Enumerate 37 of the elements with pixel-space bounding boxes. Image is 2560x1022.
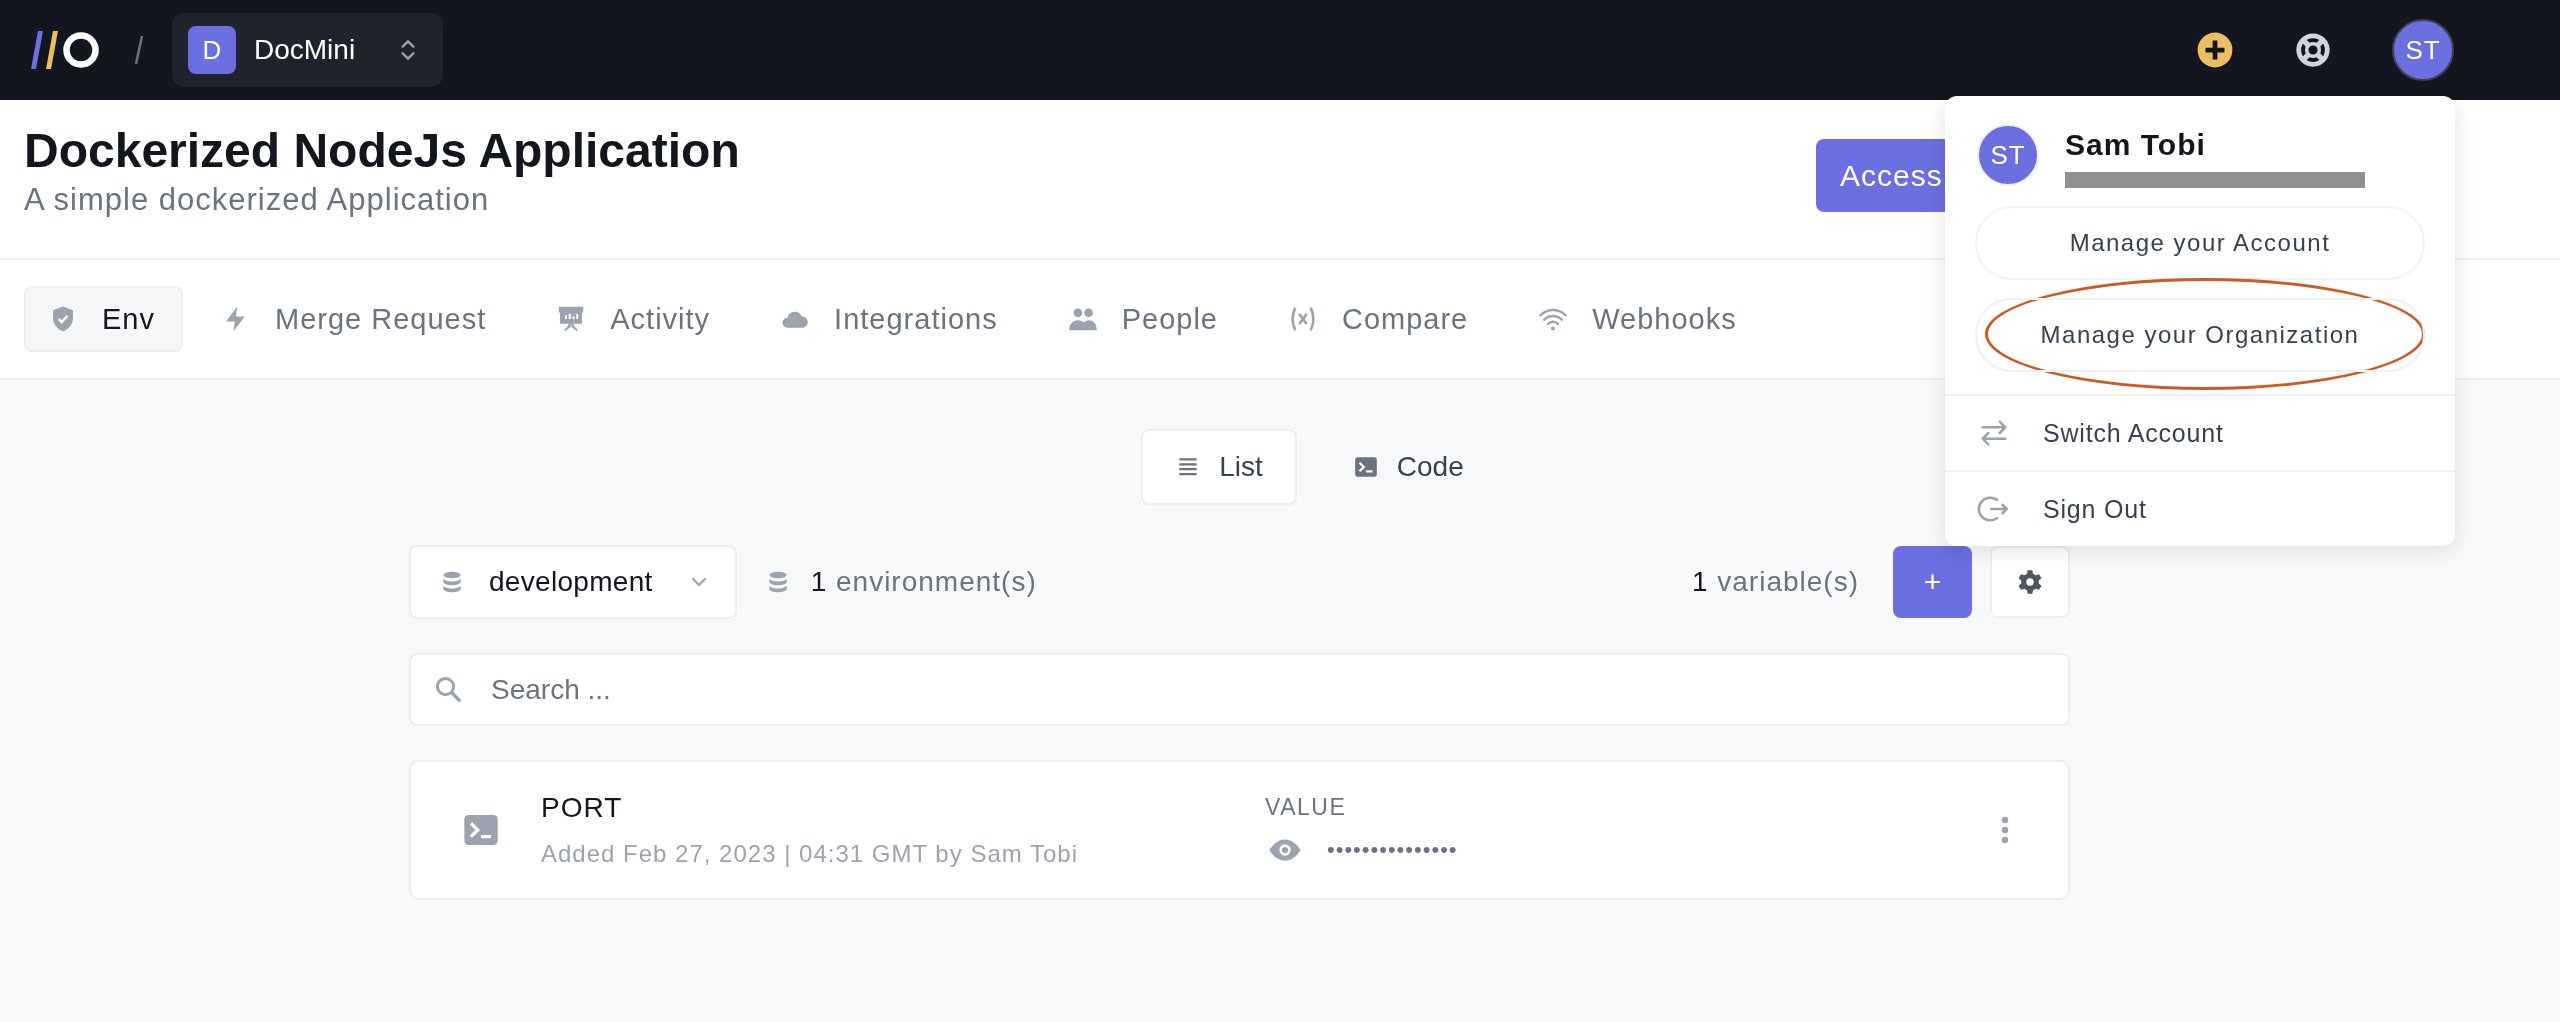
tab[interactable]: People bbox=[1035, 286, 1250, 352]
view-tab[interactable]: List bbox=[1141, 429, 1297, 505]
tab[interactable]: Merge Request bbox=[189, 286, 519, 352]
tab[interactable]: Env bbox=[24, 286, 183, 352]
user-avatar: ST bbox=[1977, 124, 2039, 186]
terminal-icon bbox=[1352, 454, 1379, 480]
menu-item[interactable]: Sign Out bbox=[1945, 470, 2455, 546]
project-switcher[interactable]: D DocMini bbox=[172, 13, 444, 87]
variable-name: PORT bbox=[541, 792, 624, 824]
project-avatar: D bbox=[188, 26, 236, 74]
menu-button[interactable]: Manage your Organization bbox=[1975, 298, 2425, 372]
page-title: Dockerized NodeJs Application bbox=[24, 123, 741, 179]
masked-value: ••••••••••••••• bbox=[1327, 836, 1458, 863]
page-subtitle: A simple dockerized Application bbox=[24, 182, 491, 218]
search-icon bbox=[433, 674, 463, 704]
tab[interactable]: Webhooks bbox=[1506, 286, 1769, 352]
add-icon[interactable] bbox=[2196, 31, 2234, 69]
menu-item[interactable]: Switch Account bbox=[1945, 394, 2455, 470]
search-field[interactable]: Search ... bbox=[409, 653, 2070, 726]
value-label: VALUE bbox=[1265, 793, 1348, 821]
environment-dropdown[interactable]: development bbox=[409, 545, 737, 619]
settings-button[interactable] bbox=[1990, 546, 2070, 618]
variable-count: 1 variable(s) bbox=[1691, 566, 1859, 598]
tab[interactable]: Integrations bbox=[748, 286, 1030, 352]
view-tab[interactable]: Code bbox=[1318, 429, 1498, 505]
settings-icon bbox=[2016, 568, 2044, 596]
user-name: Sam Tobi bbox=[2065, 128, 2207, 162]
tab[interactable]: Activity bbox=[524, 286, 743, 352]
lifebuoy-icon[interactable] bbox=[2294, 31, 2332, 69]
environment-count: 1 environment(s) bbox=[810, 566, 1037, 598]
user-avatar[interactable]: ST bbox=[2392, 19, 2454, 81]
tab[interactable]: Compare bbox=[1255, 286, 1501, 352]
variable-meta: Added Feb 27, 2023 | 04:31 GMT by Sam Tobi bbox=[541, 840, 1079, 868]
project-name: DocMini bbox=[254, 34, 356, 66]
add-variable-button[interactable]: + bbox=[1893, 546, 1972, 618]
separator-icon bbox=[134, 35, 144, 65]
menu-button[interactable]: Manage your Account bbox=[1975, 206, 2425, 280]
